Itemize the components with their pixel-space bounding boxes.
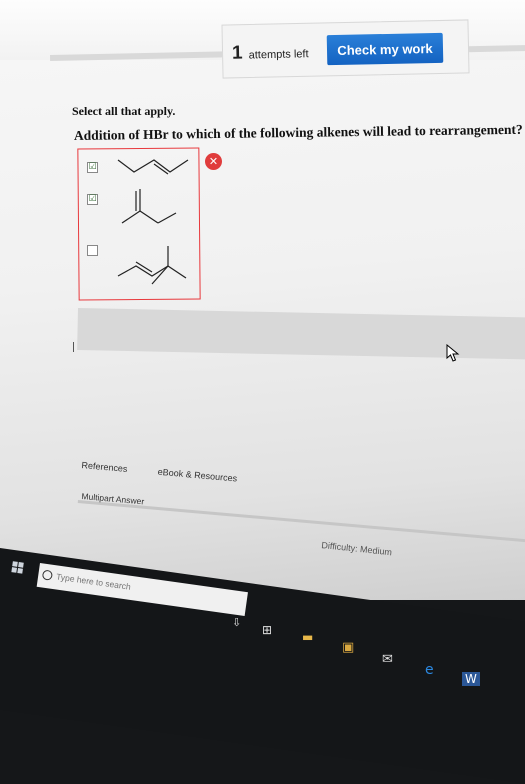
microphone-icon[interactable]: ⇩ bbox=[232, 616, 241, 629]
question-prompt: Addition of HBr to which of the followin… bbox=[73, 121, 523, 143]
alkene-structure-3[interactable] bbox=[112, 240, 194, 295]
attempts-count: 1 bbox=[231, 42, 243, 64]
multipart-divider bbox=[77, 500, 525, 544]
file-explorer-icon[interactable]: ▬ bbox=[302, 630, 313, 644]
instruction-text: Select all that apply. bbox=[72, 104, 176, 118]
text-caret bbox=[73, 342, 74, 352]
option-3-checkbox[interactable] bbox=[87, 245, 98, 256]
difficulty-label: Difficulty: Medium bbox=[320, 540, 393, 558]
alkene-structure-2[interactable] bbox=[110, 185, 190, 235]
edge-icon[interactable]: e bbox=[425, 662, 434, 678]
option-2-checkbox[interactable]: ☑ bbox=[87, 194, 98, 205]
mouse-cursor-icon bbox=[446, 344, 460, 362]
alkene-structure-1[interactable] bbox=[110, 150, 195, 185]
incorrect-icon: ✕ bbox=[205, 153, 222, 170]
references-link[interactable]: References bbox=[81, 460, 128, 474]
resource-links: References eBook & Resources bbox=[81, 460, 265, 486]
cortana-circle-icon bbox=[41, 569, 54, 581]
attempts-indicator: 1 attempts left bbox=[232, 41, 309, 65]
check-my-work-button[interactable]: Check my work bbox=[326, 32, 444, 66]
ebook-resources-link[interactable]: eBook & Resources bbox=[157, 467, 237, 484]
windows-start-icon[interactable] bbox=[11, 561, 25, 575]
screen: 1 attempts left Check my work Select all… bbox=[0, 0, 525, 600]
word-icon[interactable]: W bbox=[462, 672, 480, 686]
mail-icon[interactable]: ✉ bbox=[382, 652, 393, 667]
attempts-label: attempts left bbox=[248, 48, 309, 62]
task-view-icon[interactable]: ⊞ bbox=[262, 623, 272, 637]
store-icon[interactable]: ▣ bbox=[342, 640, 354, 655]
option-1-checkbox[interactable]: ☑ bbox=[87, 162, 98, 173]
